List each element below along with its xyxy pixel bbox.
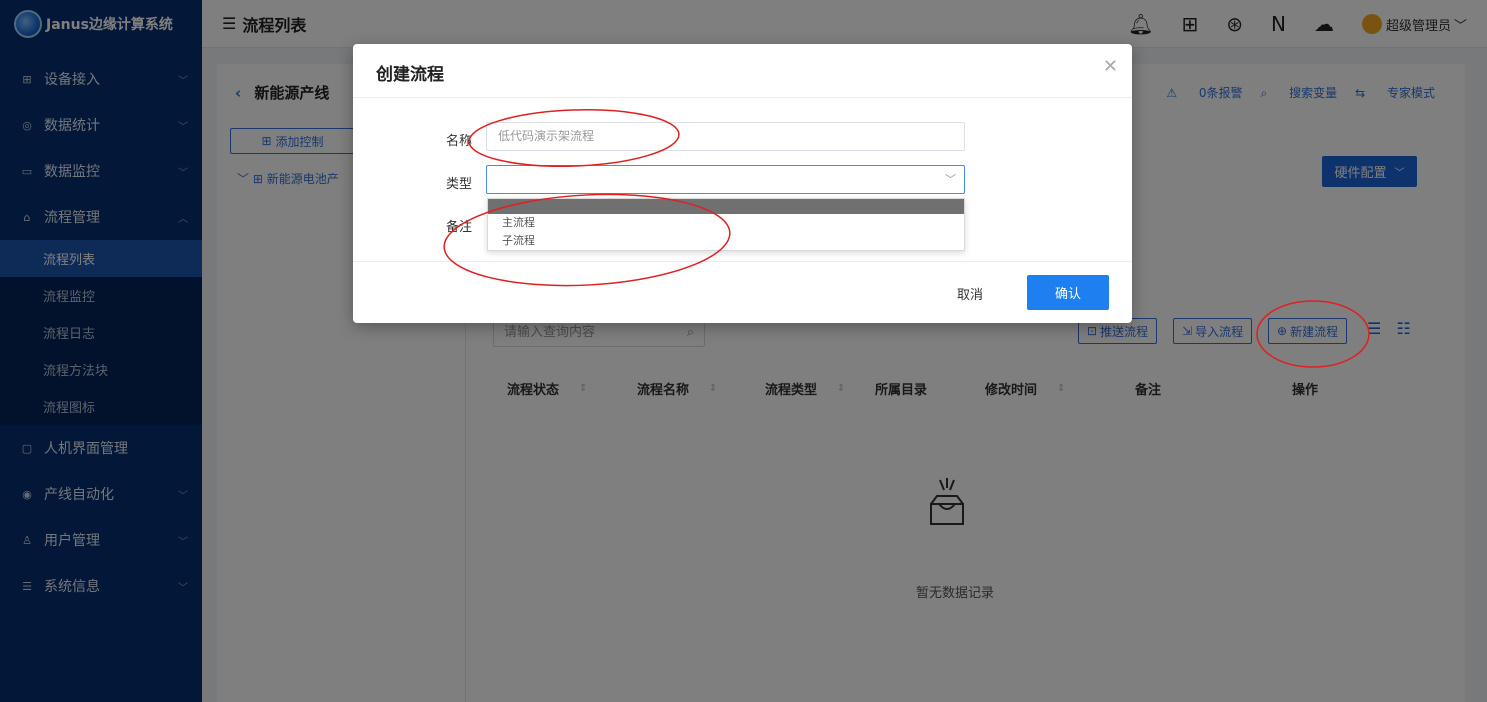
close-icon[interactable]: ✕ — [1103, 56, 1118, 77]
confirm-button[interactable]: 确认 — [1027, 275, 1109, 310]
name-input[interactable]: 低代码演示架流程 — [486, 122, 965, 151]
name-label: 名称 — [446, 134, 473, 149]
option-main-flow[interactable]: 主流程 — [488, 214, 964, 232]
note-label: 备注 — [446, 220, 473, 235]
option-sub-flow[interactable]: 子流程 — [488, 232, 964, 250]
type-select[interactable]: ﹀ — [486, 165, 965, 194]
dropdown-highlight-option[interactable] — [488, 199, 964, 214]
chevron-down-icon: ﹀ — [945, 173, 956, 186]
divider — [353, 261, 1132, 262]
type-dropdown: 主流程 子流程 — [487, 198, 965, 251]
divider — [353, 97, 1132, 98]
cancel-button[interactable]: 取消 — [957, 284, 983, 303]
type-label: 类型 — [446, 177, 473, 192]
dialog-title: 创建流程 — [376, 65, 444, 85]
create-flow-dialog: 创建流程 ✕ 名称 低代码演示架流程 类型 ﹀ 备注 主流程 子流程 取消 确认 — [353, 44, 1132, 323]
